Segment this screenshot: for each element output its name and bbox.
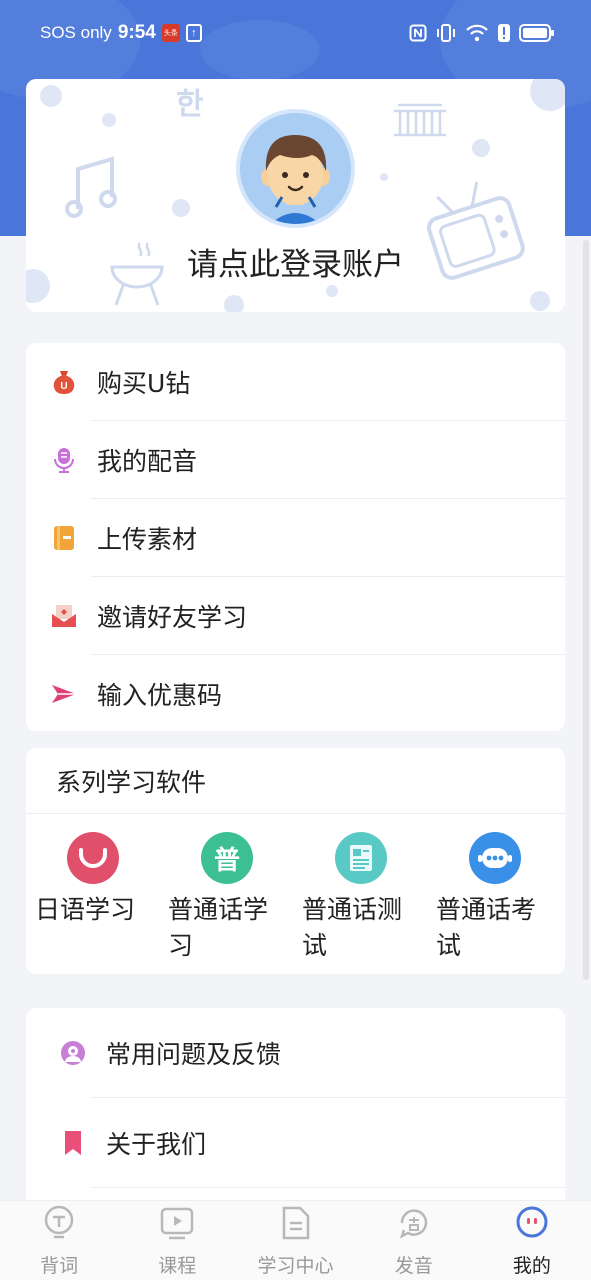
video-play-icon — [159, 1205, 195, 1245]
tab-label: 我的 — [512, 1255, 551, 1277]
music-note-icon — [65, 156, 117, 218]
menu-card: U 购买U钻 我的配音 上传素材 邀请好友学习 输入优惠码 — [26, 343, 565, 731]
wifi-icon — [465, 23, 489, 43]
putonghua-app-icon: 普 — [201, 832, 253, 884]
app-putonghua-test[interactable]: 普通话测试 — [294, 832, 428, 964]
test-paper-app-icon — [335, 832, 387, 884]
tab-courses[interactable]: 课程 — [118, 1201, 236, 1280]
paper-plane-icon — [51, 681, 77, 707]
app-japanese-learning[interactable]: 日语学习 — [26, 832, 160, 964]
tab-label: 课程 — [158, 1255, 197, 1277]
menu-item-label: 我的配音 — [97, 447, 198, 476]
menu-item-upload-material[interactable]: 上传素材 — [26, 499, 565, 577]
menu-item-invite-friends[interactable]: 邀请好友学习 — [26, 577, 565, 655]
news-app-icon: 头条 — [161, 24, 180, 42]
hangul-decoration: 한 — [176, 87, 204, 122]
profile-face-icon — [514, 1205, 550, 1245]
menu-item-promo-code[interactable]: 输入优惠码 — [26, 655, 565, 731]
app-putonghua-exam[interactable]: 普通话考试 — [428, 832, 562, 964]
document-icon — [280, 1205, 312, 1245]
menu-item-label: 购买U钻 — [97, 369, 191, 398]
scrollbar[interactable] — [583, 240, 589, 980]
tab-pronunciation[interactable]: 发音 — [355, 1201, 473, 1280]
menu-item-buy-diamonds[interactable]: U 购买U钻 — [26, 343, 565, 421]
menu-item-about-us[interactable]: 关于我们 — [26, 1098, 565, 1188]
korean-building-icon — [394, 103, 446, 137]
pronunciation-icon — [396, 1205, 432, 1245]
bottom-tab-bar: 背词 课程 学习中心 发音 我的 — [0, 1200, 591, 1280]
clock: 9:54 — [117, 22, 156, 43]
status-bar: SOS only 9:54 头条 ↑ — [0, 0, 591, 66]
tab-learning-center[interactable]: 学习中心 — [236, 1201, 354, 1280]
app-label: 普通话考试 — [436, 895, 537, 960]
app-putonghua-learning[interactable]: 普 普通话学习 — [160, 832, 294, 964]
carrier-text: SOS only — [40, 23, 112, 42]
app-label: 普通话测试 — [302, 895, 403, 960]
menu-item-label: 输入优惠码 — [97, 681, 223, 710]
menu-item-label: 上传素材 — [97, 525, 198, 554]
feedback-icon — [60, 1040, 86, 1066]
chat-bot-app-icon — [469, 832, 521, 884]
moneybag-icon: U — [51, 369, 77, 395]
login-prompt[interactable]: 请点此登录账户 — [26, 239, 565, 284]
upload-icon: ↑ — [185, 24, 202, 42]
series-apps-card: 系列学习软件 日语学习 普 普通话学习 普通话测试 普通话考试 — [26, 748, 565, 974]
menu-item-label: 关于我们 — [106, 1130, 207, 1159]
series-title: 系列学习软件 — [26, 748, 565, 814]
app-label: 日语学习 — [34, 895, 135, 924]
tab-label: 学习中心 — [257, 1255, 334, 1277]
lightbulb-icon — [42, 1205, 76, 1245]
profile-card[interactable]: 한 请点此登录账户 — [26, 79, 565, 312]
svg-text:U: U — [60, 381, 67, 392]
tab-vocabulary[interactable]: 背词 — [0, 1201, 118, 1280]
menu-item-label: 邀请好友学习 — [97, 603, 248, 632]
tab-label: 发音 — [394, 1255, 433, 1277]
vibrate-icon — [435, 23, 457, 43]
tab-label: 背词 — [40, 1255, 79, 1277]
nfc-icon — [409, 24, 427, 42]
app-label: 普通话学习 — [168, 895, 269, 960]
menu-item-my-dubbing[interactable]: 我的配音 — [26, 421, 565, 499]
notebook-icon — [51, 525, 77, 551]
invite-envelope-icon — [51, 603, 77, 629]
menu-item-label: 常用问题及反馈 — [106, 1040, 282, 1069]
battery-icon — [519, 24, 554, 42]
menu-item-faq-feedback[interactable]: 常用问题及反馈 — [26, 1008, 565, 1098]
smile-app-icon — [67, 832, 119, 884]
microphone-icon — [51, 447, 77, 473]
more-card: 常用问题及反馈 关于我们 — [26, 1008, 565, 1208]
divider — [91, 1187, 565, 1188]
tab-mine[interactable]: 我的 — [473, 1201, 591, 1280]
avatar[interactable] — [236, 109, 355, 228]
bookmark-icon — [60, 1130, 86, 1156]
alert-icon — [497, 23, 511, 43]
